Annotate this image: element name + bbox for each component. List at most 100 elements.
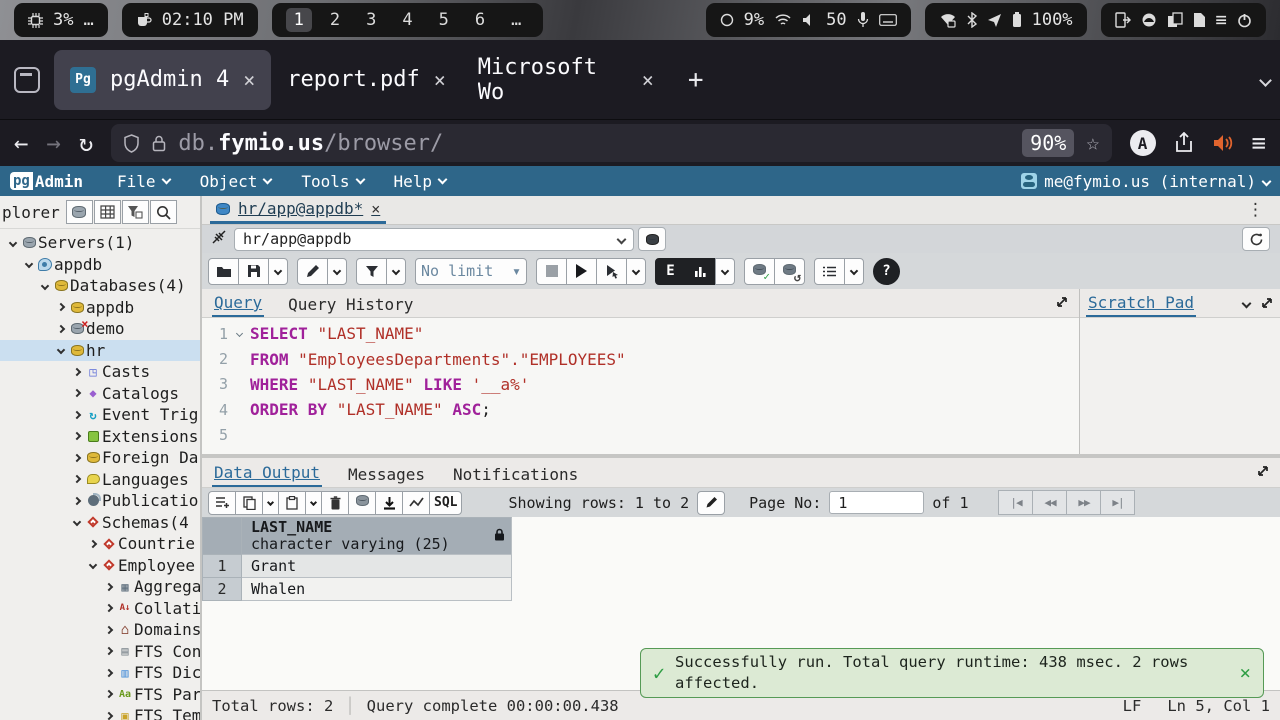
workspace-5[interactable]: 5 [431,8,457,32]
execute-dropdown[interactable] [626,258,646,285]
last-page-button[interactable]: ▶| [1100,490,1135,515]
editor-line-3[interactable]: 3WHERE "LAST_NAME" LIKE '__a%' [202,372,1079,397]
column-header-last-name[interactable]: LAST_NAME character varying (25) [242,517,512,555]
chevron-right-icon[interactable] [102,648,116,654]
table-row[interactable]: 1Grant [202,555,512,578]
macros-button[interactable] [814,258,845,285]
chevron-down-icon[interactable] [1242,298,1252,308]
expand-panel-icon[interactable] [1055,294,1069,313]
explain-button[interactable]: E [655,258,686,285]
table-row[interactable]: 2Whalen [202,578,512,601]
first-page-button[interactable]: |◀ [998,490,1033,515]
menu-tools[interactable]: Tools [301,172,363,191]
shield-icon[interactable] [123,134,140,153]
chevron-right-icon[interactable] [54,304,68,310]
tree-item-countrie[interactable]: Countrie [0,533,200,555]
windows-icon[interactable] [1167,12,1183,28]
new-tab-button[interactable]: + [688,65,704,95]
chevron-right-icon[interactable] [70,390,84,396]
graph-visualizer-button[interactable] [402,491,430,515]
close-tab-icon[interactable]: × [371,200,380,218]
chevron-down-icon[interactable] [38,283,52,289]
chevron-right-icon[interactable] [102,605,116,611]
explain-dropdown[interactable] [715,258,735,285]
menu-object[interactable]: Object [200,172,272,191]
save-options-dropdown[interactable] [268,258,288,285]
chevron-right-icon[interactable] [54,326,68,332]
tab-notifications[interactable]: Notifications [451,462,580,487]
help-button[interactable]: ? [873,258,900,285]
chevron-right-icon[interactable] [102,627,116,633]
audio-playing-icon[interactable] [1212,133,1234,153]
tab-data-output[interactable]: Data Output [212,460,322,487]
zoom-level-badge[interactable]: 90% [1022,129,1074,157]
tree-item-catalogs[interactable]: ◆Catalogs [0,383,200,405]
tab-overview-icon[interactable] [14,67,40,93]
tree-item-appdb[interactable]: appdb [0,297,200,319]
quick-search-db-button[interactable] [66,200,93,224]
reconnect-button[interactable] [1242,227,1270,251]
tree-item-publicatio[interactable]: Publicatio [0,490,200,512]
account-icon[interactable]: A [1130,130,1156,156]
globe-icon[interactable] [1141,12,1157,28]
browser-tab-pgadmin[interactable]: Pg pgAdmin 4 × [54,50,271,110]
tree-item-fts-par[interactable]: AaFTS Par [0,684,200,706]
connectivity-group[interactable]: 100% [925,3,1087,37]
expand-panel-icon[interactable] [1256,463,1270,482]
menu-file[interactable]: File [117,172,170,191]
chevron-right-icon[interactable] [70,455,84,461]
execute-button[interactable] [566,258,597,285]
tree-item-collati[interactable]: A↓Collati [0,598,200,620]
fold-arrow-icon[interactable] [232,331,246,336]
delete-row-button[interactable] [321,491,349,515]
paste-dropdown[interactable] [305,491,322,515]
editor-line-5[interactable]: 5 [202,423,1079,448]
list-all-tabs-icon[interactable] [1261,70,1270,89]
chevron-right-icon[interactable] [102,713,116,719]
row-number[interactable]: 1 [202,555,242,578]
power-icon[interactable] [1237,13,1252,28]
chevron-right-icon[interactable] [70,369,84,375]
new-connection-button[interactable] [638,227,666,251]
connection-select[interactable]: hr/app@appdb [234,228,634,251]
open-file-button[interactable] [208,258,239,285]
save-file-button[interactable] [238,258,269,285]
workspace-1[interactable]: 1 [286,8,312,32]
macros-dropdown[interactable] [844,258,864,285]
forward-button[interactable]: → [46,129,60,157]
bookmark-star-icon[interactable]: ☆ [1086,131,1099,156]
workspace-3[interactable]: 3 [358,8,384,32]
stop-button[interactable] [536,258,567,285]
tree-item-event-trig[interactable]: ↻Event Trig [0,404,200,426]
tab-close-icon[interactable]: × [434,68,446,92]
grid-view-button[interactable] [94,200,121,224]
tab-close-icon[interactable]: × [642,68,654,92]
user-menu[interactable]: me@fymio.us (internal) [1021,172,1270,191]
tree-item-schemas-4[interactable]: Schemas(4 [0,512,200,534]
editor-line-2[interactable]: 2FROM "EmployeesDepartments"."EMPLOYEES" [202,346,1079,371]
workspace-4[interactable]: 4 [394,8,420,32]
share-icon[interactable] [1174,132,1194,154]
copy-button[interactable] [235,491,263,515]
tree-item-foreign-da[interactable]: Foreign Da [0,447,200,469]
editor-line-4[interactable]: 4ORDER BY "LAST_NAME" ASC; [202,397,1079,422]
page-number-input[interactable]: 1 [829,491,924,514]
workspace-…[interactable]: … [503,8,529,32]
exit-icon[interactable] [1115,12,1131,28]
tree-item-appdb[interactable]: appdb [0,254,200,276]
chevron-down-icon[interactable] [6,240,20,246]
edit-options-dropdown[interactable] [327,258,347,285]
filter-options-dropdown[interactable] [386,258,406,285]
expand-panel-icon[interactable] [1260,296,1274,310]
chevron-right-icon[interactable] [70,498,84,504]
tree-item-fts-con[interactable]: ▤FTS Con [0,641,200,663]
workspace-2[interactable]: 2 [322,8,348,32]
url-field[interactable]: db.fymio.us/browser/ 90% ☆ [111,124,1111,162]
tree-item-aggrega[interactable]: ▦Aggrega [0,576,200,598]
sql-button[interactable]: SQL [429,491,462,515]
chevron-right-icon[interactable] [102,584,116,590]
back-button[interactable]: ← [14,129,28,157]
clock-indicator[interactable]: 02:10 PM [122,3,258,37]
chevron-right-icon[interactable] [70,412,84,418]
cell-last-name[interactable]: Whalen [242,578,512,601]
